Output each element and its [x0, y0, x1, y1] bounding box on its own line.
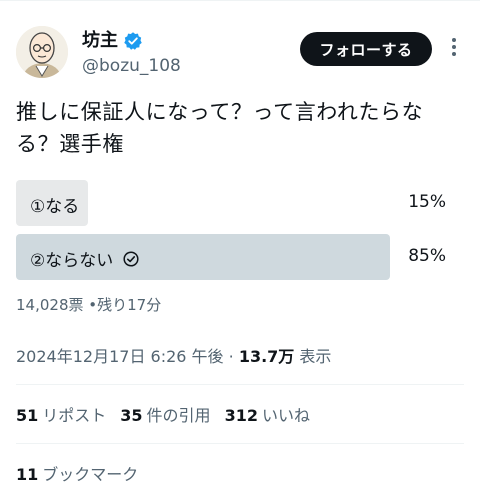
tweet-timestamp[interactable]: 2024年12月17日 6:26 午後: [16, 347, 224, 366]
tweet-text: 推しに保証人になって？って言われたらなる？選手権: [16, 100, 424, 156]
poll-remaining: 残り17分: [97, 296, 162, 314]
likes-count: 312: [224, 406, 258, 425]
poll-separator: •: [88, 296, 98, 314]
reposts-count: 51: [16, 406, 39, 425]
divider: [16, 443, 464, 444]
follow-button[interactable]: フォローする: [300, 32, 432, 66]
poll-option-percent: 15%: [408, 192, 446, 212]
likes-stat[interactable]: 312 いいね: [225, 402, 310, 426]
quotes-count: 35: [120, 406, 143, 425]
author-handle[interactable]: @bozu_108: [82, 56, 181, 76]
verified-badge-icon: [124, 32, 142, 50]
poll-option-1: ①なる 15%: [16, 180, 456, 226]
check-circle-icon: [123, 250, 139, 267]
poll-option-text: ①なる: [30, 197, 80, 217]
bookmarks-label: ブックマーク: [42, 465, 139, 484]
divider: [16, 384, 464, 385]
poll-option-label: ②ならない: [30, 246, 139, 271]
views-label: 表示: [299, 347, 332, 366]
poll-option-text: ②ならない: [30, 251, 114, 271]
tweet-meta: 2024年12月17日 6:26 午後 · 13.7万 表示: [16, 343, 331, 367]
views-count: 13.7万: [238, 347, 295, 366]
quotes-label: 件の引用: [146, 406, 211, 425]
poll: ①なる 15% ②ならない 85%: [16, 180, 456, 288]
engagement-stats: 51 リポスト 35 件の引用 312 いいね: [16, 402, 324, 426]
bookmarks-count: 11: [16, 465, 39, 484]
name-row: 坊主: [82, 30, 143, 52]
likes-label: いいね: [261, 406, 310, 425]
reposts-label: リポスト: [42, 406, 107, 425]
poll-option-percent: 85%: [408, 246, 446, 266]
avatar[interactable]: [16, 26, 68, 78]
top-divider: [0, 0, 480, 1]
quotes-stat[interactable]: 35 件の引用: [120, 402, 210, 426]
poll-option-2: ②ならない 85%: [16, 234, 456, 280]
author-name[interactable]: 坊主: [82, 30, 118, 52]
bookmarks-stat[interactable]: 11 ブックマーク: [16, 461, 138, 485]
poll-votes: 14,028票: [16, 296, 84, 314]
tweet-header: 坊主 @bozu_108 フォローする: [16, 26, 466, 84]
reposts-stat[interactable]: 51 リポスト: [16, 402, 106, 426]
more-options-icon[interactable]: [446, 38, 462, 60]
meta-dot: ·: [228, 347, 234, 366]
poll-option-label: ①なる: [30, 192, 79, 217]
poll-meta: 14,028票 •残り17分: [16, 294, 161, 315]
